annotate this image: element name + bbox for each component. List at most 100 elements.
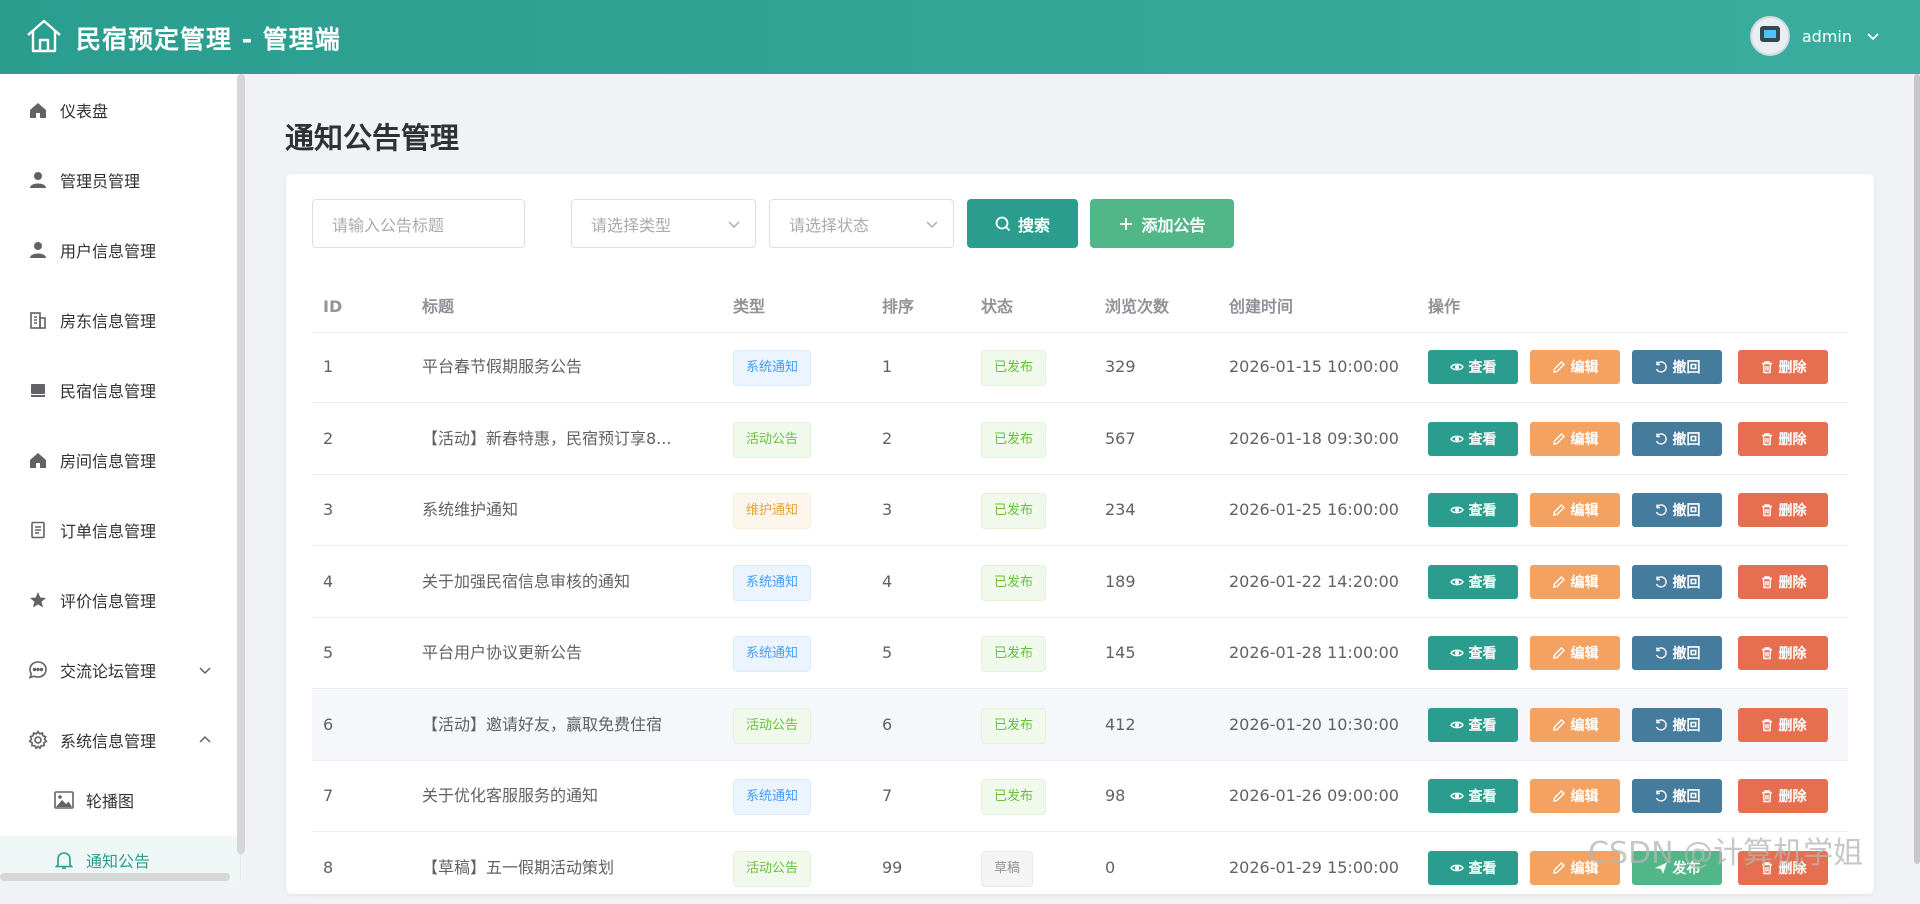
- avatar[interactable]: [1749, 16, 1790, 56]
- delete-button[interactable]: 删除: [1738, 636, 1828, 670]
- revoke-button[interactable]: 撤回: [1632, 421, 1722, 456]
- sidebar-item-dashboard[interactable]: 仪表盘: [0, 90, 240, 130]
- sidebar-item-forum[interactable]: 交流论坛管理: [0, 650, 240, 690]
- revoke-button-label: 撤回: [1672, 360, 1701, 376]
- edit-button[interactable]: 编辑: [1530, 636, 1620, 670]
- edit-button[interactable]: 编辑: [1530, 707, 1620, 742]
- sidebar-item-users[interactable]: 用户信息管理: [0, 230, 240, 270]
- page-scrollbar[interactable]: [1914, 74, 1920, 864]
- chevron-down-icon: [728, 221, 740, 229]
- sidebar-item-reviews[interactable]: 评价信息管理: [0, 580, 240, 620]
- table-header: ID 标题 类型 排序 状态 浏览次数 创建时间 操作: [312, 282, 1848, 333]
- table-row[interactable]: 5 平台用户协议更新公告 系统通知 5 已发布 145 2026-01-28 11:00:0…: [312, 618, 1848, 689]
- status-badge: 已发布: [981, 636, 1047, 672]
- eye-icon: [1449, 721, 1464, 728]
- delete-button[interactable]: 删除: [1738, 707, 1828, 742]
- delete-button[interactable]: 删除: [1738, 421, 1828, 456]
- view-button[interactable]: 查看: [1428, 779, 1518, 813]
- delete-button[interactable]: 删除: [1738, 564, 1828, 599]
- undo-icon: [1655, 647, 1667, 659]
- view-button[interactable]: 查看: [1428, 850, 1518, 885]
- revoke-button-label: 撤回: [1672, 431, 1701, 448]
- revoke-button-label: 撤回: [1672, 789, 1701, 805]
- cell-sort: 99: [882, 857, 903, 877]
- trash-icon: [1761, 432, 1772, 445]
- table-row[interactable]: 7 关于优化客服服务的通知 系统通知 7 已发布 98 2026-01-26 09:00:0…: [312, 761, 1848, 832]
- status-badge: 已发布: [981, 779, 1047, 815]
- search-button[interactable]: 搜索: [967, 199, 1078, 248]
- revoke-button[interactable]: 撤回: [1632, 493, 1722, 527]
- table-row[interactable]: 4 关于加强民宿信息审核的通知 系统通知 4 已发布 189 2026-01-22 14:2…: [312, 547, 1848, 618]
- user-menu[interactable]: admin: [1749, 16, 1880, 56]
- type-tag: 系统通知: [733, 779, 812, 815]
- edit-button[interactable]: 编辑: [1530, 564, 1620, 599]
- chat-icon: [28, 660, 48, 680]
- delete-button[interactable]: 删除: [1738, 493, 1828, 527]
- cell-title: 【活动】新春特惠，民宿预订享8...: [422, 428, 672, 448]
- table-row[interactable]: 2 【活动】新春特惠，民宿预订享8... 活动公告 2 已发布 567 2026-01-18…: [312, 404, 1848, 475]
- revoke-button[interactable]: 撤回: [1632, 707, 1722, 742]
- type-select[interactable]: 请选择类型: [571, 199, 756, 248]
- status-select[interactable]: 请选择状态: [769, 199, 954, 248]
- view-button[interactable]: 查看: [1428, 493, 1518, 527]
- undo-icon: [1655, 790, 1667, 802]
- sidebar-horizontal-scrollbar[interactable]: [0, 873, 230, 881]
- gear-icon: [28, 730, 48, 750]
- delete-button-label: 删除: [1778, 503, 1807, 519]
- cell-id: 2: [323, 428, 334, 448]
- sidebar-item-label: 仪表盘: [60, 102, 109, 121]
- table-row[interactable]: 3 系统维护通知 维护通知 3 已发布 234 2026-01-25 16:00:00 查看 编…: [312, 475, 1848, 546]
- sidebar-item-admins[interactable]: 管理员管理: [0, 160, 240, 200]
- view-button-label: 查看: [1468, 360, 1497, 376]
- pencil-icon: [1552, 575, 1565, 588]
- cell-views: 234: [1105, 500, 1136, 519]
- chevron-up-icon[interactable]: [198, 733, 212, 747]
- view-button[interactable]: 查看: [1428, 564, 1518, 599]
- revoke-button[interactable]: 撤回: [1632, 564, 1722, 599]
- chevron-down-icon[interactable]: [198, 663, 212, 677]
- building-icon: [28, 310, 48, 330]
- cell-title: 平台春节假期服务公告: [422, 357, 583, 376]
- table-row[interactable]: 1 平台春节假期服务公告 系统通知 1 已发布 329 2026-01-15 10:00:0…: [312, 332, 1848, 403]
- revoke-button[interactable]: 撤回: [1632, 779, 1722, 813]
- cell-created: 2026-01-22 14:20:00: [1229, 571, 1399, 591]
- sidebar-item-landlords[interactable]: 房东信息管理: [0, 300, 240, 340]
- edit-button-label: 编辑: [1570, 789, 1599, 805]
- view-button-label: 查看: [1468, 574, 1497, 591]
- edit-button[interactable]: 编辑: [1530, 779, 1620, 813]
- search-input[interactable]: 请输入公告标题: [312, 199, 525, 248]
- add-notice-button[interactable]: 添加公告: [1090, 199, 1234, 248]
- delete-button[interactable]: 删除: [1738, 779, 1828, 813]
- chevron-down-icon[interactable]: [1866, 29, 1880, 43]
- cell-created: 2026-01-29 15:00:00: [1229, 857, 1399, 877]
- edit-button[interactable]: 编辑: [1530, 350, 1620, 384]
- view-button[interactable]: 查看: [1428, 421, 1518, 456]
- sidebar-item-rooms[interactable]: 房间信息管理: [0, 440, 240, 480]
- sidebar-item-orders[interactable]: 订单信息管理: [0, 510, 240, 550]
- view-button[interactable]: 查看: [1428, 636, 1518, 670]
- revoke-button[interactable]: 撤回: [1632, 636, 1722, 670]
- status-badge: 已发布: [981, 421, 1047, 458]
- undo-icon: [1655, 718, 1667, 731]
- sidebar-item-carousel[interactable]: 轮播图: [0, 780, 240, 820]
- edit-button[interactable]: 编辑: [1530, 421, 1620, 456]
- eye-icon: [1449, 649, 1464, 657]
- eye-icon: [1449, 864, 1464, 871]
- username[interactable]: admin: [1802, 27, 1852, 46]
- sidebar-item-homestays[interactable]: 民宿信息管理: [0, 370, 240, 410]
- trash-icon: [1761, 575, 1772, 588]
- sidebar-item-system[interactable]: 系统信息管理: [0, 720, 240, 760]
- edit-button[interactable]: 编辑: [1530, 493, 1620, 527]
- sidebar-item-label: 订单信息管理: [60, 522, 157, 541]
- home-icon: [28, 450, 48, 470]
- delete-button[interactable]: 删除: [1738, 350, 1828, 384]
- table-row[interactable]: 6 【活动】邀请好友，赢取免费住宿 活动公告 6 已发布 412 2026-01-20 10…: [312, 689, 1848, 761]
- revoke-button-label: 撤回: [1672, 503, 1701, 519]
- sidebar-scrollbar[interactable]: [237, 74, 245, 854]
- cell-id: 1: [323, 357, 334, 376]
- revoke-button[interactable]: 撤回: [1632, 350, 1722, 384]
- delete-button-label: 删除: [1778, 360, 1807, 376]
- view-button[interactable]: 查看: [1428, 350, 1518, 384]
- view-button-label: 查看: [1468, 431, 1497, 448]
- view-button[interactable]: 查看: [1428, 707, 1518, 742]
